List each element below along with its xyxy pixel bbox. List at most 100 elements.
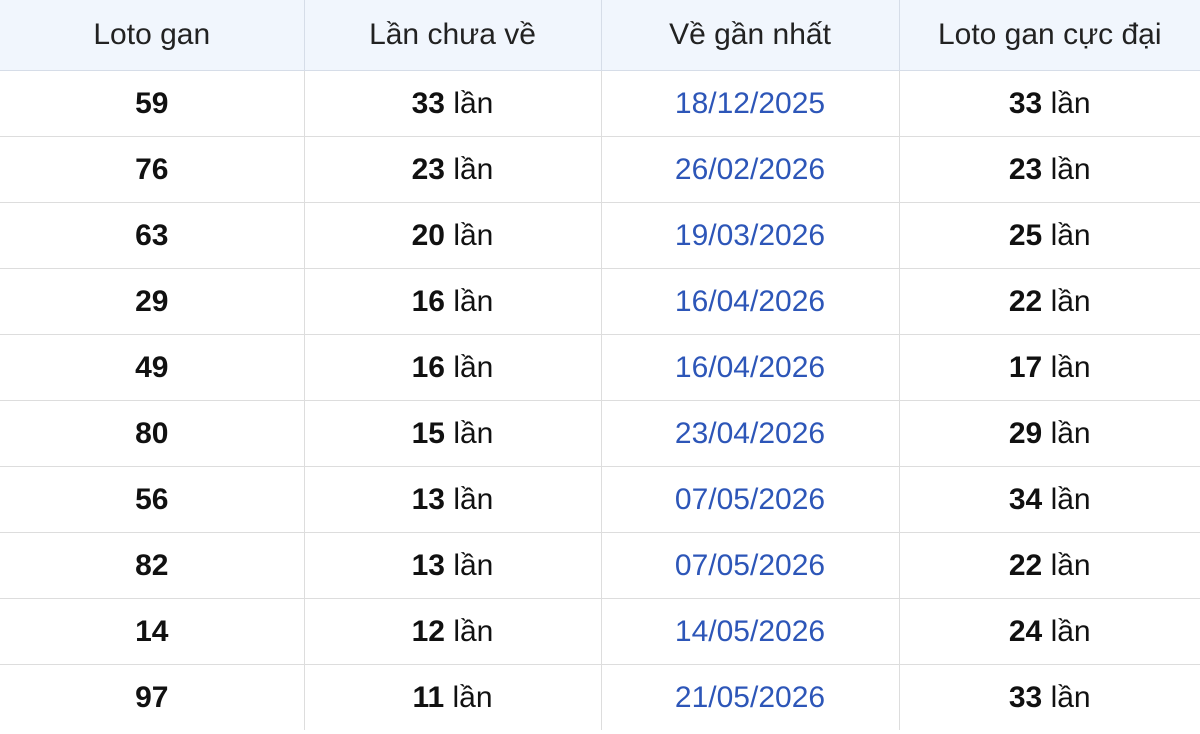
missed-count: 12	[411, 614, 445, 648]
header-row: Loto gan Lần chưa về Về gần nhất Loto ga…	[0, 0, 1200, 71]
unit-label: lần	[1050, 152, 1091, 186]
last-date: 21/05/2026	[674, 680, 826, 714]
table-row: 97 11 lần 21/05/2026 33 lần	[0, 664, 1200, 731]
missed-count: 16	[411, 284, 445, 318]
unit-label: lần	[453, 152, 494, 186]
loto-number: 59	[135, 86, 169, 120]
last-date: 07/05/2026	[674, 482, 826, 516]
missed-count: 16	[411, 350, 445, 384]
loto-number: 56	[135, 482, 169, 516]
loto-number: 29	[135, 284, 169, 318]
max-count-cell: 22 lần	[899, 532, 1200, 599]
unit-label: lần	[1050, 86, 1091, 120]
unit-label: lần	[453, 482, 494, 516]
last-date-cell: 07/05/2026	[601, 466, 900, 533]
missed-count-cell: 13 lần	[304, 532, 602, 599]
unit-label: lần	[453, 218, 494, 252]
missed-count: 13	[411, 482, 445, 516]
header-ve-gan-nhat: Về gần nhất	[601, 0, 900, 71]
table-header: Loto gan Lần chưa về Về gần nhất Loto ga…	[0, 0, 1200, 71]
loto-number: 76	[135, 152, 169, 186]
last-date-cell: 14/05/2026	[601, 598, 900, 665]
table-row: 49 16 lần 16/04/2026 17 lần	[0, 334, 1200, 401]
last-date: 14/05/2026	[674, 614, 826, 648]
missed-count-cell: 13 lần	[304, 466, 602, 533]
last-date: 07/05/2026	[674, 548, 826, 582]
loto-number-cell: 29	[0, 268, 305, 335]
unit-label: lần	[452, 680, 493, 714]
unit-label: lần	[1050, 284, 1091, 318]
last-date: 19/03/2026	[674, 218, 826, 252]
table-row: 82 13 lần 07/05/2026 22 lần	[0, 532, 1200, 599]
table-row: 14 12 lần 14/05/2026 24 lần	[0, 598, 1200, 665]
loto-number: 14	[135, 614, 169, 648]
table-row: 80 15 lần 23/04/2026 29 lần	[0, 400, 1200, 467]
last-date-cell: 16/04/2026	[601, 334, 900, 401]
last-date-cell: 21/05/2026	[601, 664, 900, 730]
max-count: 22	[1008, 548, 1043, 582]
missed-count-cell: 16 lần	[304, 334, 602, 401]
header-lan-chua-ve: Lần chưa về	[304, 0, 602, 71]
unit-label: lần	[1050, 680, 1091, 714]
missed-count-cell: 12 lần	[304, 598, 602, 665]
last-date: 23/04/2026	[674, 416, 826, 450]
missed-count-cell: 23 lần	[304, 136, 602, 203]
header-loto-gan-cuc-dai: Loto gan cực đại	[899, 0, 1200, 71]
max-count: 17	[1008, 350, 1043, 384]
max-count: 25	[1008, 218, 1043, 252]
max-count-cell: 22 lần	[899, 268, 1200, 335]
loto-gan-table: Loto gan Lần chưa về Về gần nhất Loto ga…	[0, 0, 1200, 730]
table-row: 59 33 lần 18/12/2025 33 lần	[0, 70, 1200, 137]
loto-number: 97	[135, 680, 169, 714]
last-date-cell: 16/04/2026	[601, 268, 900, 335]
loto-number: 49	[135, 350, 169, 384]
max-count-cell: 23 lần	[899, 136, 1200, 203]
last-date-cell: 18/12/2025	[601, 70, 900, 137]
last-date: 16/04/2026	[674, 284, 826, 318]
max-count-cell: 24 lần	[899, 598, 1200, 665]
unit-label: lần	[1050, 482, 1091, 516]
missed-count-cell: 20 lần	[304, 202, 602, 269]
max-count-cell: 25 lần	[899, 202, 1200, 269]
missed-count-cell: 33 lần	[304, 70, 602, 137]
loto-number-cell: 56	[0, 466, 305, 533]
loto-number-cell: 63	[0, 202, 305, 269]
unit-label: lần	[1050, 218, 1091, 252]
table-row: 29 16 lần 16/04/2026 22 lần	[0, 268, 1200, 335]
max-count: 34	[1008, 482, 1043, 516]
unit-label: lần	[1050, 548, 1091, 582]
missed-count: 20	[411, 218, 445, 252]
unit-label: lần	[1050, 416, 1091, 450]
unit-label: lần	[453, 416, 494, 450]
last-date-cell: 07/05/2026	[601, 532, 900, 599]
last-date: 26/02/2026	[674, 152, 826, 186]
loto-number-cell: 14	[0, 598, 305, 665]
table-row: 56 13 lần 07/05/2026 34 lần	[0, 466, 1200, 533]
max-count: 33	[1008, 680, 1043, 714]
max-count-cell: 34 lần	[899, 466, 1200, 533]
table-body: 59 33 lần 18/12/2025 33 lần 76 23 lần 26…	[0, 70, 1200, 731]
last-date-cell: 26/02/2026	[601, 136, 900, 203]
unit-label: lần	[453, 614, 494, 648]
loto-number-cell: 80	[0, 400, 305, 467]
loto-number-cell: 59	[0, 70, 305, 137]
unit-label: lần	[453, 86, 494, 120]
loto-number: 82	[135, 548, 169, 582]
max-count: 22	[1008, 284, 1043, 318]
table-row: 63 20 lần 19/03/2026 25 lần	[0, 202, 1200, 269]
missed-count: 33	[411, 86, 445, 120]
unit-label: lần	[453, 284, 494, 318]
unit-label: lần	[1050, 350, 1091, 384]
unit-label: lần	[453, 350, 494, 384]
max-count-cell: 33 lần	[899, 665, 1200, 731]
missed-count: 11	[412, 680, 445, 714]
max-count-cell: 29 lần	[899, 400, 1200, 467]
header-loto-gan: Loto gan	[0, 0, 305, 71]
missed-count: 13	[411, 548, 445, 582]
last-date: 18/12/2025	[674, 86, 826, 120]
loto-number-cell: 82	[0, 532, 305, 599]
max-count: 33	[1008, 86, 1043, 120]
loto-number-cell: 97	[0, 664, 305, 730]
max-count: 23	[1008, 152, 1043, 186]
max-count: 24	[1008, 614, 1043, 648]
